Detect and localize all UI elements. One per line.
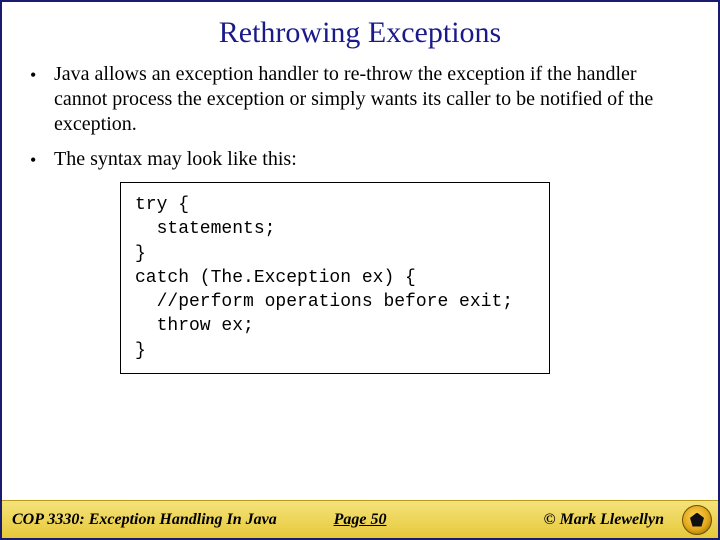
footer-page: Page 50 [334,511,387,529]
code-block: try { statements; } catch (The.Exception… [120,182,550,374]
bullet-dot-icon: • [30,147,54,172]
footer-bar: COP 3330: Exception Handling In Java Pag… [2,500,718,538]
slide-content: • Java allows an exception handler to re… [2,58,718,500]
bullet-dot-icon: • [30,62,54,137]
bullet-item: • Java allows an exception handler to re… [30,62,690,137]
ucf-logo-icon [682,505,712,535]
slide: Rethrowing Exceptions • Java allows an e… [0,0,720,540]
footer-course: COP 3330: Exception Handling In Java [12,511,277,529]
bullet-item: • The syntax may look like this: [30,147,690,172]
slide-title: Rethrowing Exceptions [2,2,718,58]
bullet-text: Java allows an exception handler to re-t… [54,62,690,137]
bullet-text: The syntax may look like this: [54,147,690,172]
